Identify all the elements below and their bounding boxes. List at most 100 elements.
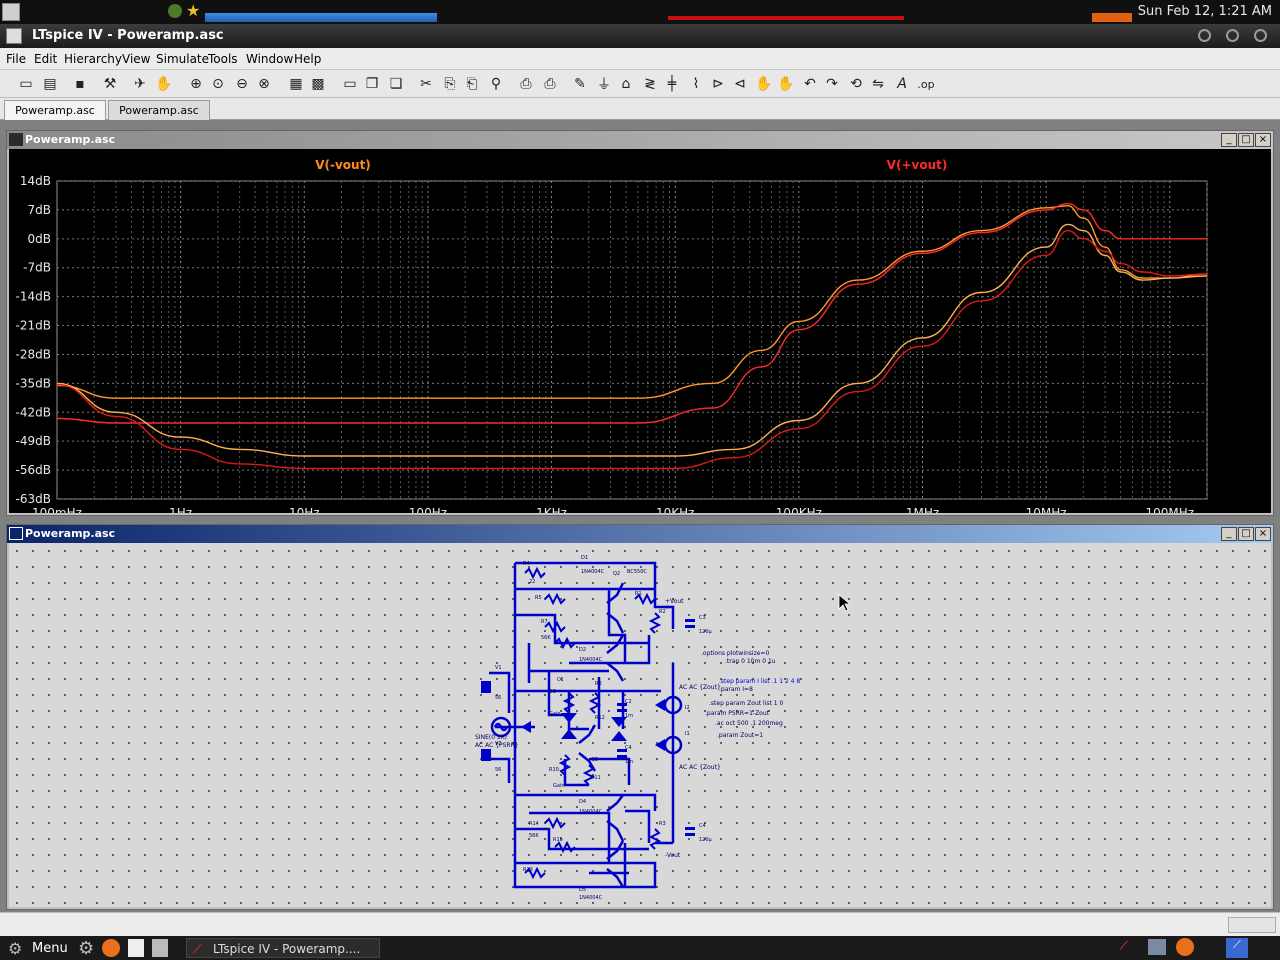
schematic-minimize-button[interactable]: _ xyxy=(1221,527,1237,541)
tray-ltspice-active-icon[interactable]: ⟋ xyxy=(1226,938,1248,958)
paste-icon[interactable]: ⎗ xyxy=(462,74,482,94)
menu-file[interactable]: File xyxy=(6,52,26,66)
waveform-close-button[interactable]: × xyxy=(1255,133,1271,147)
x-tick-label: 100Hz xyxy=(409,506,447,513)
diode-icon[interactable]: ⊳ xyxy=(708,74,728,94)
tile-vertical-icon[interactable]: ❏ xyxy=(386,74,406,94)
waveform-plot-pane[interactable]: 14dB 7dB 0dB -7dB -14dB -21dB -28dB -35dB -42dB -… xyxy=(9,149,1271,513)
waveform-restore-button[interactable]: □ xyxy=(1238,133,1254,147)
schematic-close-button[interactable]: × xyxy=(1255,527,1271,541)
directive-param-psrr[interactable]: .param PSRR=1-Zout xyxy=(705,710,770,717)
menu-help[interactable]: Help xyxy=(294,52,321,66)
play-icon[interactable] xyxy=(168,4,182,18)
editor-icon[interactable] xyxy=(128,939,144,957)
y-tick-label: -42dB xyxy=(16,405,51,419)
waveform-minimize-button[interactable]: _ xyxy=(1221,133,1237,147)
x-tick-label: 100KHz xyxy=(776,506,822,513)
directive-param-zout[interactable]: .param Zout=1 xyxy=(717,732,763,739)
svg-text:R4: R4 xyxy=(523,561,530,567)
halt-icon[interactable]: ✋ xyxy=(154,74,174,94)
resistor-icon[interactable]: ≷ xyxy=(640,74,660,94)
copy-icon[interactable]: ⎘ xyxy=(440,74,460,94)
mirror-icon[interactable]: ⇋ xyxy=(868,74,888,94)
undo-icon[interactable]: ↶ xyxy=(800,74,820,94)
menu-tools[interactable]: Tools xyxy=(208,52,238,66)
svg-text:1m: 1m xyxy=(625,713,633,719)
svg-text:1m: 1m xyxy=(625,759,633,765)
ground-icon[interactable]: ⏚ xyxy=(594,74,614,94)
menu-view[interactable]: View xyxy=(122,52,150,66)
save-icon[interactable]: ▪ xyxy=(70,74,90,94)
minimize-button[interactable] xyxy=(1198,29,1211,42)
directive-param-i[interactable]: .param I=8 xyxy=(719,686,753,693)
redo-icon[interactable]: ↷ xyxy=(822,74,842,94)
print-setup-icon[interactable]: ⎙ xyxy=(516,74,536,94)
new-schematic-icon[interactable]: ▭ xyxy=(16,74,36,94)
tile-horizontal-icon[interactable]: ▭ xyxy=(340,74,360,94)
toolbar: ▭ ▤ ▪ ⚒ ✈ ✋ ⊕ ⊙ ⊖ ⊗ ▦ ▩ ▭ ❐ ❏ ✂ ⎘ ⎗ ⚲ ⎙ … xyxy=(0,70,1280,98)
bode-plot[interactable]: 14dB 7dB 0dB -7dB -14dB -21dB -28dB -35dB -42dB -… xyxy=(9,149,1271,513)
tray-ltspice-icon[interactable]: ⟋ xyxy=(1120,939,1128,953)
cascade-icon[interactable]: ❐ xyxy=(362,74,382,94)
tray-files-icon[interactable] xyxy=(1148,939,1166,955)
start-menu-button[interactable]: Menu xyxy=(32,941,68,956)
svg-text:D5: D5 xyxy=(579,887,586,893)
menu-hierarchy[interactable]: Hierarchy xyxy=(64,52,122,66)
document-tabs: Poweramp.asc Poweramp.asc xyxy=(0,98,1280,120)
zoom-pan-icon[interactable]: ⊙ xyxy=(208,74,228,94)
firefox-icon[interactable] xyxy=(102,939,120,957)
close-button[interactable] xyxy=(1254,29,1267,42)
grid-icon[interactable]: ▩ xyxy=(308,74,328,94)
zoom-out-icon[interactable]: ⊖ xyxy=(232,74,252,94)
svg-text:R15: R15 xyxy=(553,837,563,843)
star-icon[interactable]: ★ xyxy=(186,1,200,20)
tab-schematic[interactable]: Poweramp.asc xyxy=(108,100,210,120)
menu-window[interactable]: Window xyxy=(246,52,293,66)
app-launcher-icon[interactable] xyxy=(2,3,20,21)
zoom-in-icon[interactable]: ⊕ xyxy=(186,74,206,94)
taskbar-ltspice-task[interactable]: ⟋ LTspice IV - Poweramp.... xyxy=(186,938,380,958)
rotate-icon[interactable]: ⟲ xyxy=(846,74,866,94)
x-tick-label: 1Hz xyxy=(169,506,192,513)
open-icon[interactable]: ▤ xyxy=(40,74,60,94)
drag-icon[interactable]: ✋ xyxy=(776,74,796,94)
find-icon[interactable]: ⚲ xyxy=(486,74,506,94)
schematic-restore-button[interactable]: □ xyxy=(1238,527,1254,541)
tab-waveform[interactable]: Poweramp.asc xyxy=(4,100,106,120)
directive-step-zout[interactable]: .step param Zout list 1 0 xyxy=(709,700,783,707)
menu-gear-icon[interactable]: ⚙ xyxy=(8,939,22,958)
run-icon[interactable]: ✈ xyxy=(130,74,150,94)
directive-tran[interactable]: .tran 0 10m 0 1u xyxy=(725,658,776,665)
component-icon[interactable]: ⊲ xyxy=(730,74,750,94)
autorange-icon[interactable]: ▦ xyxy=(286,74,306,94)
label-net-icon[interactable]: ⌂ xyxy=(616,74,636,94)
source-label-i1: AC AC {Zout} xyxy=(679,764,721,771)
calculator-icon[interactable] xyxy=(152,939,168,957)
schematic-window: Poweramp.asc _ □ × R4 22 D1 1N4004C Q2 B… xyxy=(6,524,1274,910)
directive-ac[interactable]: .ac oct 500 .1 200meg xyxy=(715,720,783,727)
svg-text:1N4004C: 1N4004C xyxy=(581,569,605,575)
svg-text:Gain: Gain xyxy=(553,783,565,789)
schematic-wires xyxy=(489,561,675,889)
wire-icon[interactable]: ✎ xyxy=(570,74,590,94)
capacitor-icon[interactable]: ╪ xyxy=(662,74,682,94)
schematic-canvas[interactable]: R4 22 D1 1N4004C Q2 BC550C R5 R1 R2 R7 56K D2 1… xyxy=(9,543,1271,907)
menu-simulate[interactable]: Simulate xyxy=(156,52,209,66)
text-icon[interactable]: A xyxy=(892,74,912,94)
maximize-button[interactable] xyxy=(1226,29,1239,42)
directive-step-i[interactable]: .step param I list .1 1 2 4 8 xyxy=(719,678,800,685)
settings-icon[interactable]: ⚙ xyxy=(78,938,94,959)
menu-edit[interactable]: Edit xyxy=(34,52,57,66)
amplifier-schematic[interactable]: R4 22 D1 1N4004C Q2 BC550C R5 R1 R2 R7 56K D2 1… xyxy=(9,543,1271,909)
move-icon[interactable]: ✋ xyxy=(754,74,774,94)
spice-directive-icon[interactable]: .op xyxy=(916,74,936,94)
zoom-fit-icon[interactable]: ⊗ xyxy=(254,74,274,94)
tray-firefox-icon[interactable] xyxy=(1176,938,1194,956)
print-icon[interactable]: ⎙ xyxy=(540,74,560,94)
control-panel-icon[interactable]: ⚒ xyxy=(100,74,120,94)
waveform-icon xyxy=(9,133,23,146)
inductor-icon[interactable]: ⌇ xyxy=(686,74,706,94)
cut-icon[interactable]: ✂ xyxy=(416,74,436,94)
y-tick-label: 7dB xyxy=(28,203,51,217)
directive-options[interactable]: .options plotwinsize=0 xyxy=(701,650,769,657)
